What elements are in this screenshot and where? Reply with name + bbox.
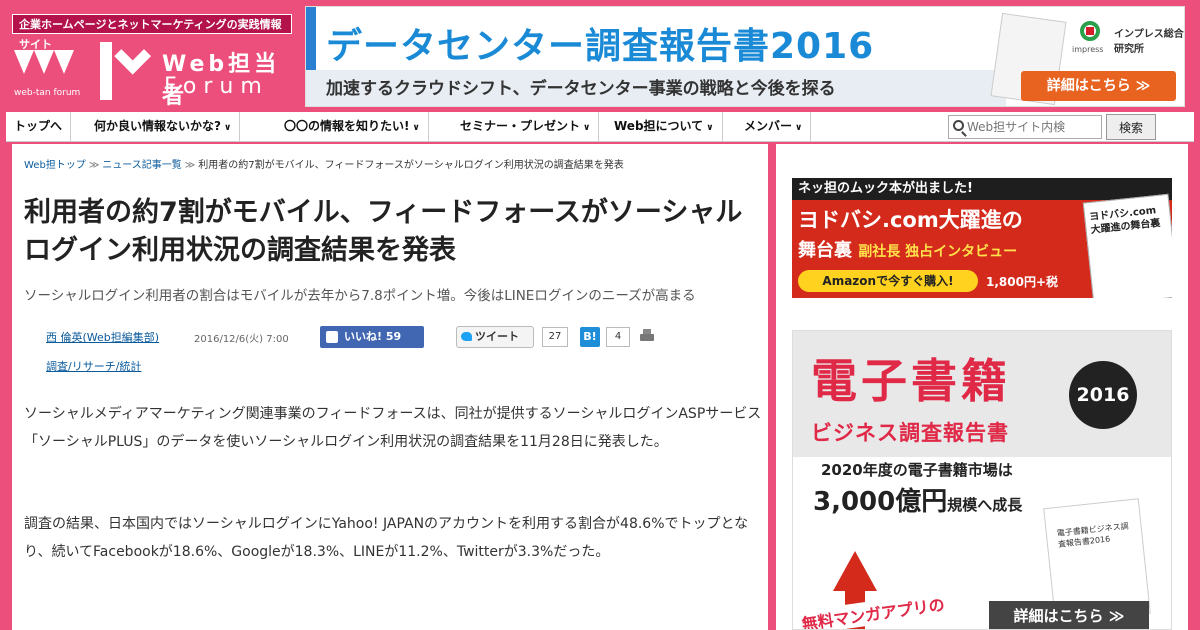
breadcrumb: Web担トップ ≫ ニュース記事一覧 ≫ 利用者の約7割がモバイル、フィードフォースがソ… [24, 156, 624, 171]
article-paragraph: 調査の結果、日本国内ではソーシャルログインにYahoo! JAPANのアカウント… [24, 516, 749, 560]
nav-item-seminar[interactable]: セミナー・プレゼント ∨ [452, 112, 600, 142]
sidebar: ネッ担のムック本が出ました! ヨドバシ.com大躍進の 舞台裏 副社長 独占イン… [776, 144, 1188, 630]
breadcrumb-separator: ≫ [88, 160, 100, 171]
breadcrumb-current: 利用者の約7割がモバイル、フィードフォースがソーシャルログイン利用状況の調査結果… [198, 160, 624, 171]
tweet-button[interactable]: ツイート [456, 326, 534, 348]
ad2-book-text: 電子書籍ビジネス調査報告書2016 [1056, 521, 1129, 549]
ad1-book-text: ヨドバシ.com 大躍進の舞台裏 [1088, 205, 1161, 237]
sidebar-ad-mook[interactable]: ネッ担のムック本が出ました! ヨドバシ.com大躍進の 舞台裏 副社長 独占イン… [792, 178, 1172, 298]
nav-item-member[interactable]: メンバー ∨ [736, 112, 812, 142]
site-logo[interactable]: web-tan forum Web担当者 Forum [14, 37, 294, 109]
nav-item-label: メンバー [744, 119, 793, 133]
breadcrumb-home-link[interactable]: Web担トップ [24, 160, 86, 171]
ad1-heading: ネッ担のムック本が出ました! [792, 178, 1172, 200]
article-paragraph: ソーシャルメディアマーケティング関連事業のフィードフォースは、同社が提供するソー… [24, 406, 762, 450]
ad2-line2: 3,000億円規模へ成長 [813, 481, 1022, 518]
logo-caption: web-tan forum [14, 88, 81, 98]
nav-item-label: トップへ [14, 119, 63, 133]
facebook-like-button[interactable]: いいね! 59 [320, 326, 424, 348]
twitter-bird-icon [461, 332, 472, 341]
article-headline: 利用者の約7割がモバイル、フィードフォースがソーシャルログイン利用状況の調査結果… [24, 197, 743, 266]
nav-item-label: セミナー・プレゼント [460, 119, 581, 133]
nav-item-label: 〇〇の情報を知りたい! [284, 119, 410, 133]
breadcrumb-separator: ≫ [184, 160, 196, 171]
thumbs-up-icon [326, 331, 338, 343]
ad1-book-image: ヨドバシ.com 大躍進の舞台裏 [1082, 193, 1172, 298]
banner-cta-button[interactable]: 詳細はこちら ≫ [1021, 71, 1176, 101]
search-input[interactable] [967, 118, 1097, 136]
ad1-sub-small: 副社長 独占インタビュー [858, 244, 1018, 260]
tweet-count: 27 [542, 327, 568, 347]
amazon-buy-button[interactable]: Amazonで今すぐ購入! [798, 270, 978, 292]
article-lede: ソーシャルログイン利用者の割合はモバイルが去年から7.8ポイント増。今後はLIN… [24, 288, 696, 304]
article-main: Web担トップ ≫ ニュース記事一覧 ≫ 利用者の約7割がモバイル、フィードフォースがソ… [12, 144, 768, 630]
breadcrumb-news-link[interactable]: ニュース記事一覧 [102, 160, 182, 171]
nav-item-about[interactable]: Web担について ∨ [606, 112, 723, 142]
banner-brand: インプレス総合研究所 [1114, 29, 1184, 55]
author-link[interactable]: 西 倫英(Web担編集部) [46, 329, 159, 345]
ad2-line2-small: 規模へ成長 [947, 496, 1023, 514]
banner-subtitle: 加速するクラウドシフト、データセンター事業の戦略と今後を探る [326, 79, 836, 99]
search-button[interactable]: 検索 [1106, 114, 1156, 140]
ad1-subtitle: 舞台裏 副社長 独占インタビュー [798, 236, 1017, 262]
banner-title: データセンター調査報告書2016 [326, 26, 875, 67]
up-arrow-icon [833, 551, 877, 591]
ad2-cta-button[interactable]: 詳細はこちら ≫ [989, 601, 1149, 629]
nav-item-label: 何か良い情報ないかな? [94, 119, 221, 133]
ad2-title: 電子書籍 [811, 354, 1011, 408]
nav-item-label: Web担について [614, 119, 704, 133]
ad2-line2-big: 3,000億円 [813, 487, 948, 517]
site-tagline: 企業ホームページとネットマーケティングの実践情報サイト [12, 14, 292, 51]
sidebar-ad-ebook[interactable]: 電子書籍 2016 ビジネス調査報告書 2020年度の電子書籍市場は 3,000… [792, 330, 1172, 630]
ad2-year-badge: 2016 [1069, 361, 1137, 429]
site-search-box [948, 115, 1102, 139]
logo-k-icon [100, 37, 152, 100]
logo-mark-icon [14, 50, 74, 86]
search-icon [953, 120, 964, 131]
global-nav: トップへ 何か良い情報ないかな? ∨ 〇〇の情報を知りたい! ∨ セミナー・プレゼン… [6, 112, 1194, 142]
ad1-price: 1,800円+税 [986, 275, 1059, 289]
nav-item-topics[interactable]: 〇〇の情報を知りたい! ∨ [276, 112, 429, 142]
tweet-label: ツイート [475, 330, 519, 343]
top-banner-ad[interactable]: データセンター調査報告書2016 加速するクラウドシフト、データセンター事業の戦… [305, 6, 1185, 107]
article-meta: 西 倫英(Web担編集部) 2016/12/6(火) 7:00 いいね! 59 … [46, 326, 746, 348]
like-label: いいね! 59 [344, 330, 402, 343]
print-icon[interactable] [640, 329, 654, 343]
chevron-down-icon: ∨ [412, 123, 420, 133]
nav-item-top[interactable]: トップへ [6, 112, 72, 142]
site-header: 企業ホームページとネットマーケティングの実践情報サイト web-tan foru… [0, 0, 1200, 112]
hatena-bookmark-button[interactable]: B! [580, 327, 600, 347]
ad2-subtitle: ビジネス調査報告書 [811, 421, 1009, 445]
logo-forum: Forum [164, 74, 269, 99]
nav-item-discover[interactable]: 何か良い情報ないかな? ∨ [86, 112, 241, 142]
chevron-down-icon: ∨ [795, 123, 803, 133]
chevron-down-icon: ∨ [706, 123, 714, 133]
ad2-line1: 2020年度の電子書籍市場は [821, 461, 1013, 479]
chevron-down-icon: ∨ [583, 123, 591, 133]
ad2-manga-callout: 無料マンガアプリの [796, 590, 950, 629]
banner-brand-small: impress [1072, 45, 1104, 54]
category-link[interactable]: 調査/リサーチ/統計 [46, 358, 141, 374]
hatena-count: 4 [606, 327, 630, 347]
impress-logo-icon [1076, 21, 1104, 45]
publish-date: 2016/12/6(火) 7:00 [194, 334, 289, 345]
ad1-sub-main: 舞台裏 [798, 240, 852, 261]
chevron-down-icon: ∨ [223, 123, 232, 133]
ad1-title: ヨドバシ.com大躍進の [798, 208, 1023, 232]
